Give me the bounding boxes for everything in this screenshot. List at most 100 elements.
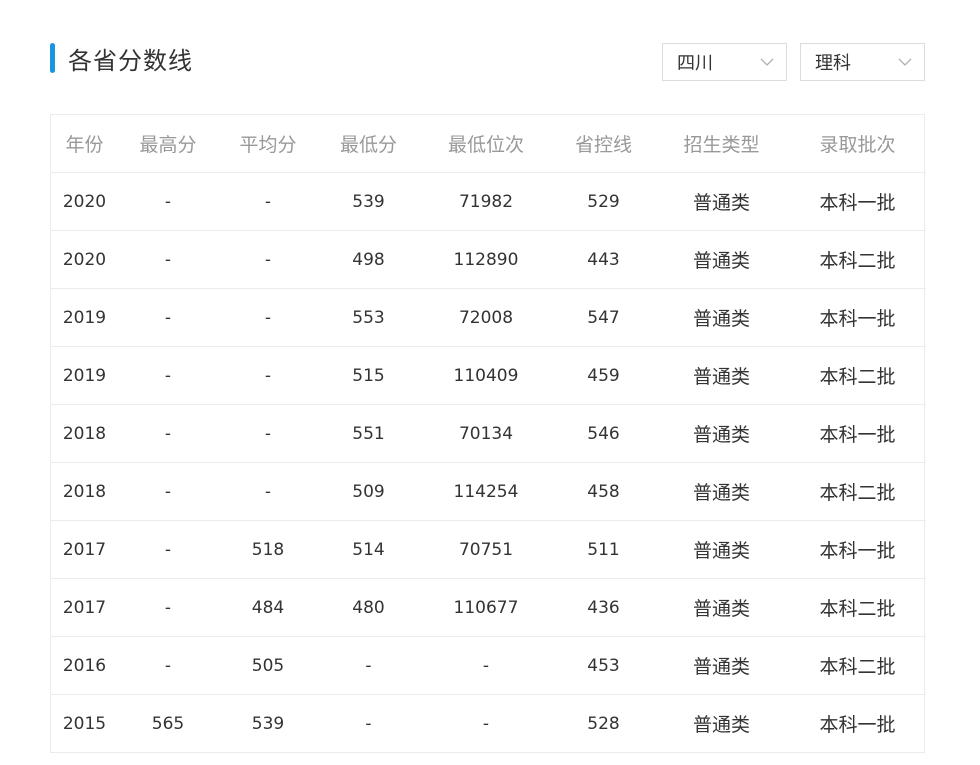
table-cell: 2018 xyxy=(51,462,118,521)
table-cell: 普通类 xyxy=(654,462,789,521)
table-cell: 528 xyxy=(587,713,620,734)
table-cell: - xyxy=(118,346,218,405)
table-cell: 普通类 xyxy=(654,172,789,231)
table-cell: 普通类 xyxy=(654,636,789,695)
table-cell: 518 xyxy=(218,520,318,579)
title-accent-bar xyxy=(50,43,55,73)
table-cell: - xyxy=(118,288,218,347)
table-cell: - xyxy=(419,636,553,695)
table-cell: 72008 xyxy=(419,288,553,347)
table-cell: 2017 xyxy=(51,520,118,579)
table-cell: 本科一批 xyxy=(819,714,896,736)
table-cell: - xyxy=(218,346,318,405)
table-cell: 2020 xyxy=(51,172,118,231)
th-min-score: 最低分 xyxy=(318,115,419,173)
table-cell: 71982 xyxy=(419,172,553,231)
table-cell: 509 xyxy=(318,462,419,521)
table-cell: 453 xyxy=(553,636,654,695)
table-cell: 普通类 xyxy=(654,230,789,289)
table-cell: 484 xyxy=(218,578,318,637)
table-cell: - xyxy=(118,636,218,695)
table-cell: 110677 xyxy=(419,578,553,637)
table-cell: 110409 xyxy=(419,346,553,405)
table-cell: 本科二批 xyxy=(789,462,926,521)
th-batch: 录取批次 xyxy=(789,115,926,173)
table-cell: - xyxy=(365,713,372,734)
chevron-down-icon xyxy=(898,58,912,67)
table-cell: 505 xyxy=(218,636,318,695)
table-cell: - xyxy=(482,713,490,734)
table-cell: 529 xyxy=(553,172,654,231)
table-cell: - xyxy=(318,636,419,695)
table-cell: 2016 xyxy=(51,636,118,695)
table-cell: 普通类 xyxy=(654,346,789,405)
table-cell: 443 xyxy=(553,230,654,289)
table-cell: 480 xyxy=(318,578,419,637)
table-header-row: 年份 最高分 平均分 最低分 最低位次 省控线 招生类型 录取批次 xyxy=(51,115,926,173)
subject-select[interactable]: 理科 xyxy=(800,43,925,81)
table-cell: 本科一批 xyxy=(789,288,926,347)
table-cell: 2019 xyxy=(51,288,118,347)
table-cell: 436 xyxy=(553,578,654,637)
table-cell: - xyxy=(218,462,318,521)
th-year: 年份 xyxy=(51,115,118,173)
table-cell: - xyxy=(218,230,318,289)
table-cell: 498 xyxy=(318,230,419,289)
table-cell: 112890 xyxy=(419,230,553,289)
th-min-rank: 最低位次 xyxy=(419,115,553,173)
table-cell: 114254 xyxy=(419,462,553,521)
table-cell: - xyxy=(118,404,218,463)
subject-select-value: 理科 xyxy=(815,53,851,74)
table-cell: - xyxy=(218,288,318,347)
table-cell: 2018 xyxy=(51,404,118,463)
table-row: 2018- -551 70134 546 普通类 本科一批 xyxy=(51,404,926,463)
table-cell: 2019 xyxy=(51,346,118,405)
chevron-down-icon xyxy=(760,58,774,67)
table-cell: 普通类 xyxy=(654,404,789,463)
table-cell: 546 xyxy=(553,404,654,463)
score-table: 年份 最高分 平均分 最低分 最低位次 省控线 招生类型 录取批次 2020- -539 7198… xyxy=(50,114,926,753)
table-cell: 539 xyxy=(251,713,285,734)
table-row: 2019- -515 110409 459 普通类 本科二批 xyxy=(51,346,926,405)
table-cell: 本科二批 xyxy=(789,578,926,637)
province-select[interactable]: 四川 xyxy=(662,43,787,81)
table-cell: 本科二批 xyxy=(789,346,926,405)
table-cell: - xyxy=(118,230,218,289)
table-row: 2020- -539 71982 529 普通类 本科一批 xyxy=(51,172,926,231)
table-cell: - xyxy=(118,578,218,637)
table-cell: 511 xyxy=(553,520,654,579)
table-row: 2017-484 480 110677 436 普通类 本科二批 xyxy=(51,578,926,637)
table-cell: 2015 xyxy=(62,713,107,734)
table-row: 2020- -498 112890 443 普通类 本科二批 xyxy=(51,230,926,289)
table-cell: - xyxy=(118,520,218,579)
th-enroll-type: 招生类型 xyxy=(654,115,789,173)
table-cell: 普通类 xyxy=(654,520,789,579)
table-cell: 本科一批 xyxy=(789,520,926,579)
table-cell: 本科二批 xyxy=(789,230,926,289)
table-cell: - xyxy=(118,462,218,521)
table-cell: - xyxy=(218,404,318,463)
table-row: 2019- -553 72008 547 普通类 本科一批 xyxy=(51,288,926,347)
page-title: 各省分数线 xyxy=(68,46,193,75)
table-row: 2018- -509 114254 458 普通类 本科二批 xyxy=(51,462,926,521)
table-cell: 2017 xyxy=(51,578,118,637)
table-cell: - xyxy=(218,172,318,231)
table-cell: 458 xyxy=(553,462,654,521)
province-select-value: 四川 xyxy=(677,53,713,74)
th-province-line: 省控线 xyxy=(553,115,654,173)
table-cell: 539 xyxy=(318,172,419,231)
table-cell: 565 xyxy=(151,713,185,734)
th-avg-score: 平均分 xyxy=(218,115,318,173)
table-cell: 普通类 xyxy=(692,714,750,736)
table-cell: 553 xyxy=(318,288,419,347)
table-cell: 551 xyxy=(318,404,419,463)
section-header: 各省分数线 xyxy=(50,42,193,75)
table-row: 2016-505- -453 普通类 本科二批 xyxy=(51,636,926,695)
table-cell: 本科一批 xyxy=(789,404,926,463)
table-cell: 459 xyxy=(553,346,654,405)
table-cell: 515 xyxy=(318,346,419,405)
table-row: 2017-518 514 70751 511 普通类 本科一批 xyxy=(51,520,926,579)
table-cell: - xyxy=(118,172,218,231)
th-max-score: 最高分 xyxy=(118,115,218,173)
table-cell: 514 xyxy=(318,520,419,579)
